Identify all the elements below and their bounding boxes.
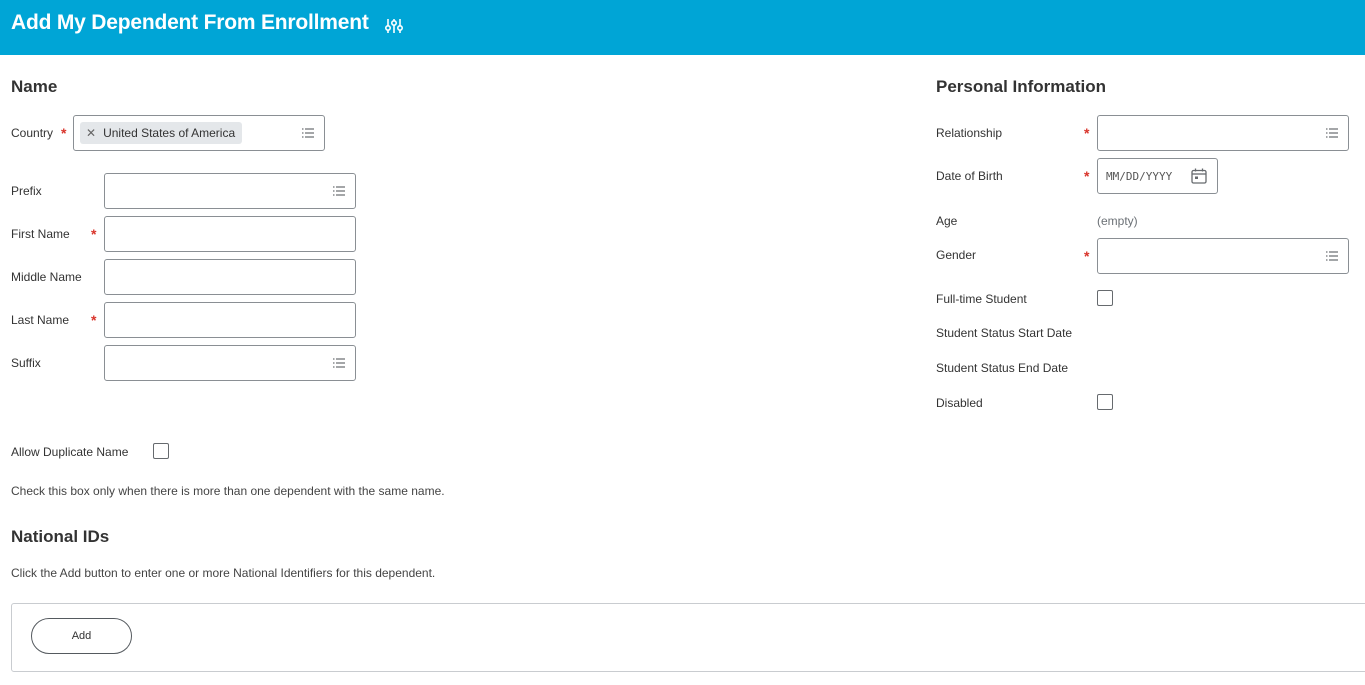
relationship-label: Relationship <box>936 126 1003 140</box>
required-marker: * <box>1084 125 1090 141</box>
required-marker: * <box>1084 168 1090 184</box>
middle-name-label: Middle Name <box>11 270 82 284</box>
national-ids-panel: Add <box>11 603 1365 672</box>
list-icon[interactable] <box>1325 249 1339 263</box>
country-selected-pill: ✕ United States of America <box>80 122 243 144</box>
suffix-label: Suffix <box>11 356 41 370</box>
duplicate-helper-text: Check this box only when there is more t… <box>11 484 445 498</box>
last-name-label: Last Name <box>11 313 70 327</box>
remove-icon[interactable]: ✕ <box>86 126 96 140</box>
list-icon[interactable] <box>332 184 346 198</box>
required-marker: * <box>91 226 97 242</box>
allow-duplicate-label: Allow Duplicate Name <box>11 445 129 459</box>
required-marker: * <box>91 312 97 328</box>
allow-duplicate-checkbox[interactable] <box>153 443 169 459</box>
prefix-field[interactable] <box>104 173 356 209</box>
suffix-field[interactable] <box>104 345 356 381</box>
age-label: Age <box>936 214 958 228</box>
prefix-label: Prefix <box>11 184 42 198</box>
country-value: United States of America <box>103 126 236 140</box>
page-header: Add My Dependent From Enrollment <box>0 0 1365 55</box>
first-name-input[interactable] <box>104 216 356 252</box>
disabled-checkbox[interactable] <box>1097 394 1113 410</box>
name-section-title: Name <box>11 77 58 96</box>
list-icon[interactable] <box>1325 126 1339 140</box>
national-ids-helper-text: Click the Add button to enter one or mor… <box>11 566 436 580</box>
first-name-label: First Name <box>11 227 70 241</box>
student-start-date-label: Student Status Start Date <box>936 326 1073 340</box>
calendar-icon[interactable] <box>1190 167 1208 185</box>
age-value: (empty) <box>1097 214 1138 228</box>
relationship-field[interactable] <box>1097 115 1349 151</box>
national-ids-title: National IDs <box>11 527 110 546</box>
page-title: Add My Dependent From Enrollment <box>11 11 369 34</box>
middle-name-input[interactable] <box>104 259 356 295</box>
date-of-birth-input[interactable]: MM/DD/YYYY <box>1097 158 1218 194</box>
country-label: Country <box>11 126 54 140</box>
list-icon[interactable] <box>332 356 346 370</box>
gender-field[interactable] <box>1097 238 1349 274</box>
personal-info-title: Personal Information <box>936 77 1107 96</box>
add-button[interactable]: Add <box>31 618 132 654</box>
list-icon[interactable] <box>301 126 315 140</box>
disabled-label: Disabled <box>936 396 983 410</box>
date-placeholder: MM/DD/YYYY <box>1106 170 1173 183</box>
date-of-birth-label: Date of Birth <box>936 169 1003 183</box>
required-marker: * <box>61 125 67 141</box>
gender-label: Gender <box>936 248 977 262</box>
student-end-date-label: Student Status End Date <box>936 361 1069 375</box>
required-marker: * <box>1084 248 1090 264</box>
fulltime-student-label: Full-time Student <box>936 292 1027 306</box>
related-actions-icon[interactable] <box>385 17 403 35</box>
fulltime-student-checkbox[interactable] <box>1097 290 1113 306</box>
country-field[interactable]: ✕ United States of America <box>73 115 325 151</box>
last-name-input[interactable] <box>104 302 356 338</box>
